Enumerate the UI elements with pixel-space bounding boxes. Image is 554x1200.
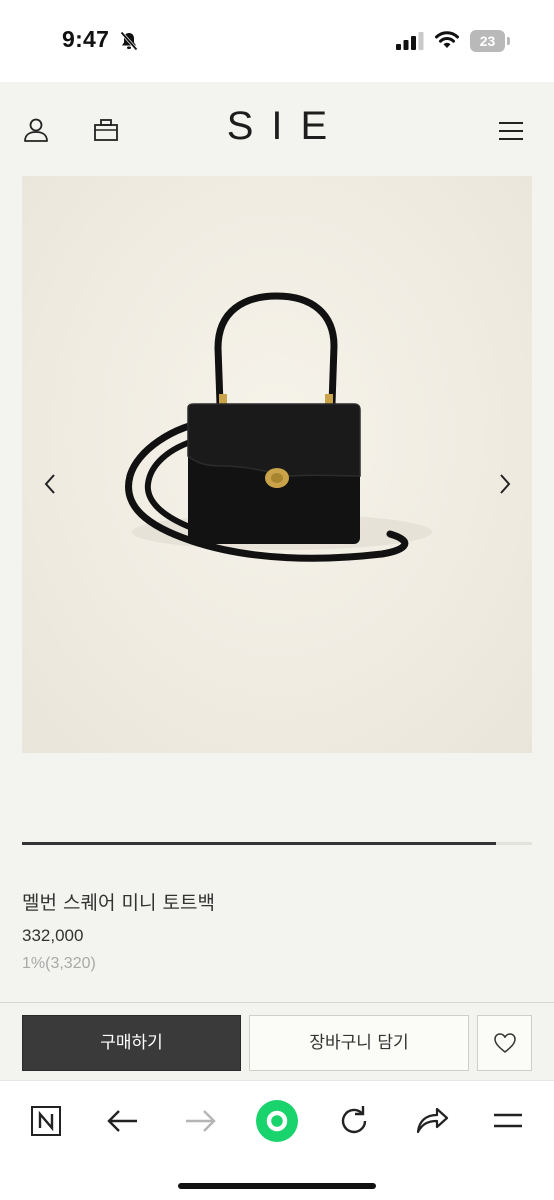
product-name: 멜번 스퀘어 미니 토트백 [22,892,215,914]
heart-icon [494,1033,516,1053]
cellular-signal-icon [396,32,424,50]
share-icon[interactable] [409,1099,453,1143]
gallery-progress-fill [22,842,497,845]
battery-level: 23 [479,33,496,49]
product-image[interactable] [22,176,532,753]
browser-toolbar [0,1080,554,1200]
battery-icon: 23 [470,30,510,52]
chevron-left-icon[interactable] [40,470,60,498]
bell-slash-icon [120,31,138,51]
menu-lines-icon[interactable] [486,1099,530,1143]
green-circle-home-icon[interactable] [255,1099,299,1143]
gallery-progress-track [22,842,532,845]
add-to-cart-button[interactable]: 장바구니 담기 [249,1015,469,1071]
wishlist-button[interactable] [477,1015,532,1071]
hamburger-menu-icon[interactable] [498,120,524,142]
wifi-icon [435,31,459,48]
buy-now-button[interactable]: 구매하기 [22,1015,241,1071]
status-bar: 9:47 23 [0,0,554,82]
forward-arrow-icon[interactable] [178,1099,222,1143]
home-indicator [178,1183,376,1189]
product-bag-illustration [125,292,432,562]
back-arrow-icon[interactable] [101,1099,145,1143]
status-time: 9:47 [62,26,110,52]
product-price: 332,000 [22,926,84,945]
chevron-right-icon[interactable] [495,470,515,498]
naver-n-icon[interactable] [24,1099,68,1143]
product-points: 1%(3,320) [22,955,96,972]
brand-logo[interactable]: SIE [0,104,554,149]
divider [0,1002,554,1003]
site-header: SIE [0,82,554,176]
reload-icon[interactable] [332,1099,376,1143]
